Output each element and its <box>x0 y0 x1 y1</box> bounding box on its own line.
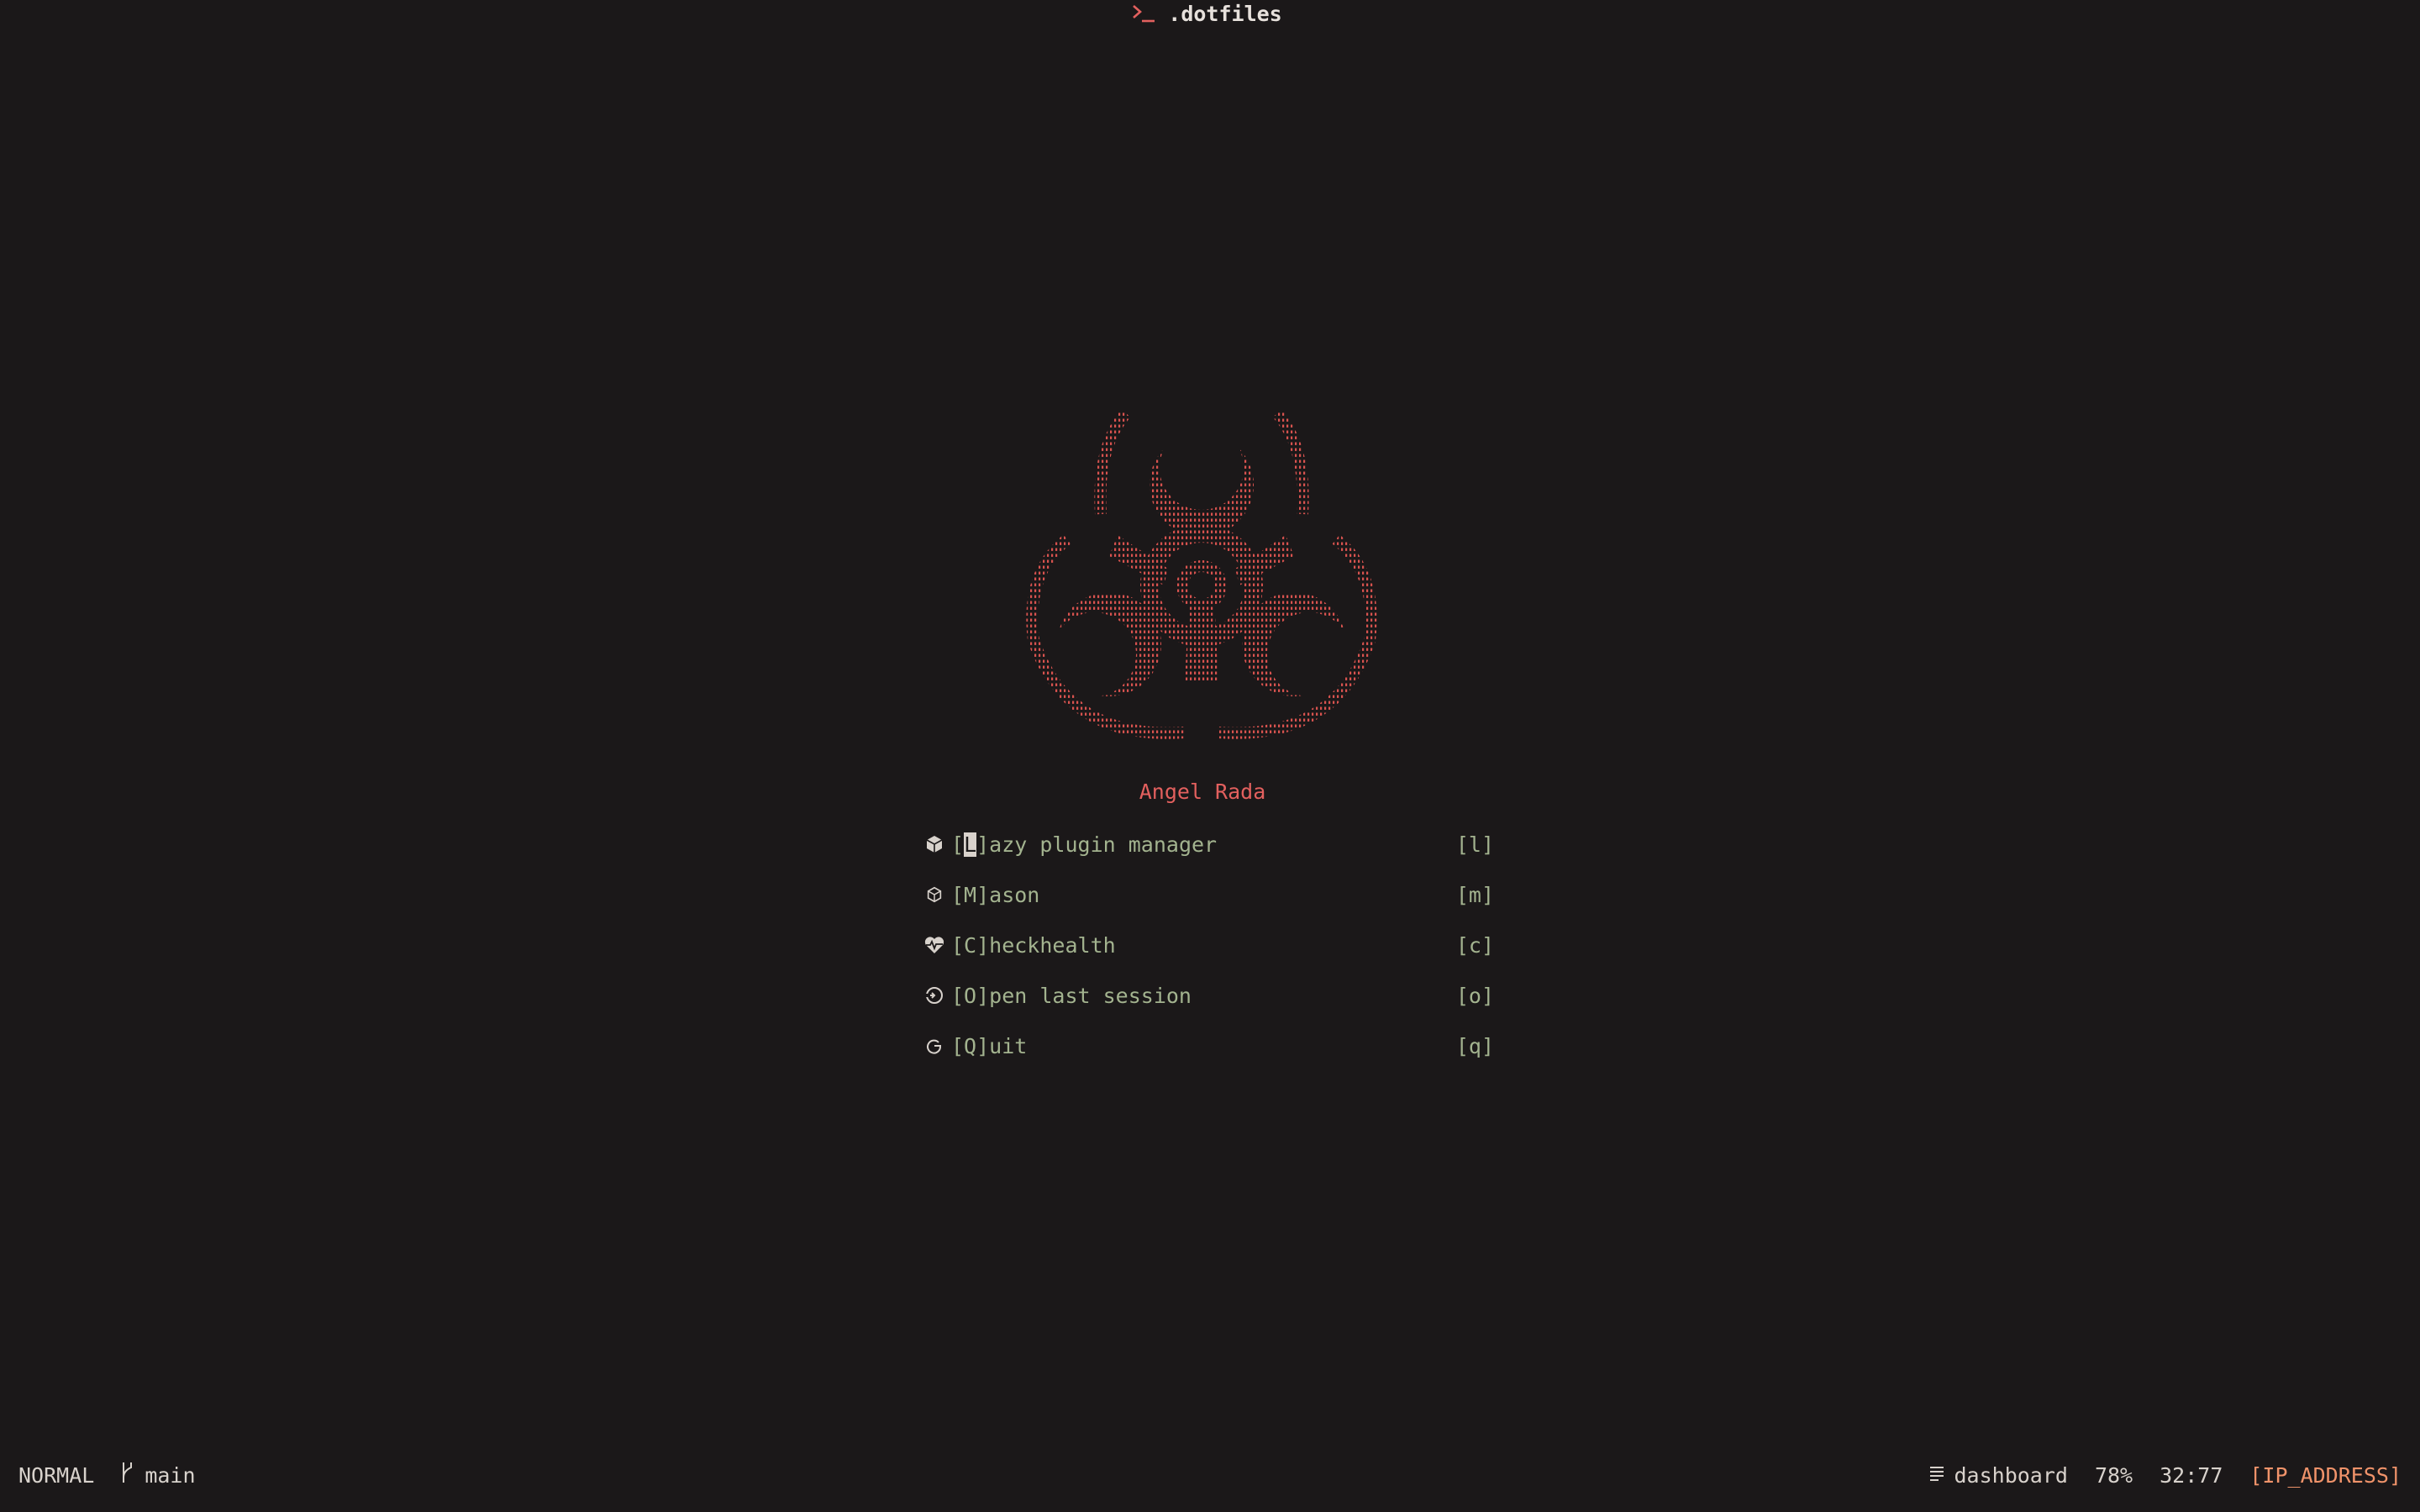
git-branch[interactable]: main <box>119 1461 196 1489</box>
power-icon <box>923 1034 946 1058</box>
biohazard-logo <box>1017 388 1386 749</box>
menu-item-last-session[interactable]: [O]pen last session [o] <box>923 970 1494 1021</box>
text-cursor: L <box>964 832 977 857</box>
menu-label: [O]pen last session <box>951 983 1192 1008</box>
menu-shortcut-key: [m] <box>1455 882 1494 907</box>
menu-label-prefix: [ <box>951 832 965 857</box>
statusline: NORMAL main dashboard 78% 32:77 [IP_ADDR… <box>0 1458 2420 1492</box>
menu-shortcut-key: [l] <box>1455 832 1494 857</box>
restore-session-icon <box>923 984 946 1007</box>
menu-item-lazy[interactable]: [L]azy plugin manager [l] <box>923 819 1494 869</box>
menu-label: [C]heckhealth <box>951 932 1116 958</box>
menu-shortcut-key: [o] <box>1455 983 1494 1008</box>
menu-item-quit[interactable]: [Q]uit [q] <box>923 1021 1494 1071</box>
package-icon <box>923 832 946 856</box>
mode-indicator: NORMAL <box>18 1462 95 1488</box>
dashboard-author: Angel Rada <box>1139 780 1266 804</box>
lines-icon <box>1928 1463 1945 1488</box>
heart-pulse-icon <box>923 933 946 957</box>
menu-label: [M]ason <box>951 882 1040 907</box>
filetype-label: dashboard <box>1954 1462 2068 1488</box>
scroll-progress: 78% <box>2094 1462 2133 1488</box>
branch-name: main <box>145 1462 196 1488</box>
box-icon <box>923 883 946 906</box>
window-titlebar: .dotfiles <box>0 0 2420 27</box>
menu-label: [Q]uit <box>951 1033 1028 1058</box>
menu-label: ]azy plugin manager <box>976 832 1218 857</box>
menu-item-mason[interactable]: [M]ason [m] <box>923 869 1494 920</box>
menu-item-checkhealth[interactable]: [C]heckhealth [c] <box>923 920 1494 970</box>
dashboard-menu: [L]azy plugin manager [l] [M]ason [m] [C… <box>923 819 1494 1071</box>
git-branch-icon <box>119 1461 134 1489</box>
menu-shortcut-key: [c] <box>1455 932 1494 958</box>
window-title: .dotfiles <box>1168 1 1282 26</box>
ip-address: [IP_ADDRESS] <box>2249 1462 2402 1488</box>
terminal-prompt-icon <box>1131 3 1156 24</box>
cursor-position: 32:77 <box>2160 1462 2223 1488</box>
filetype-indicator: dashboard <box>1928 1462 2068 1488</box>
menu-shortcut-key: [q] <box>1455 1033 1494 1058</box>
